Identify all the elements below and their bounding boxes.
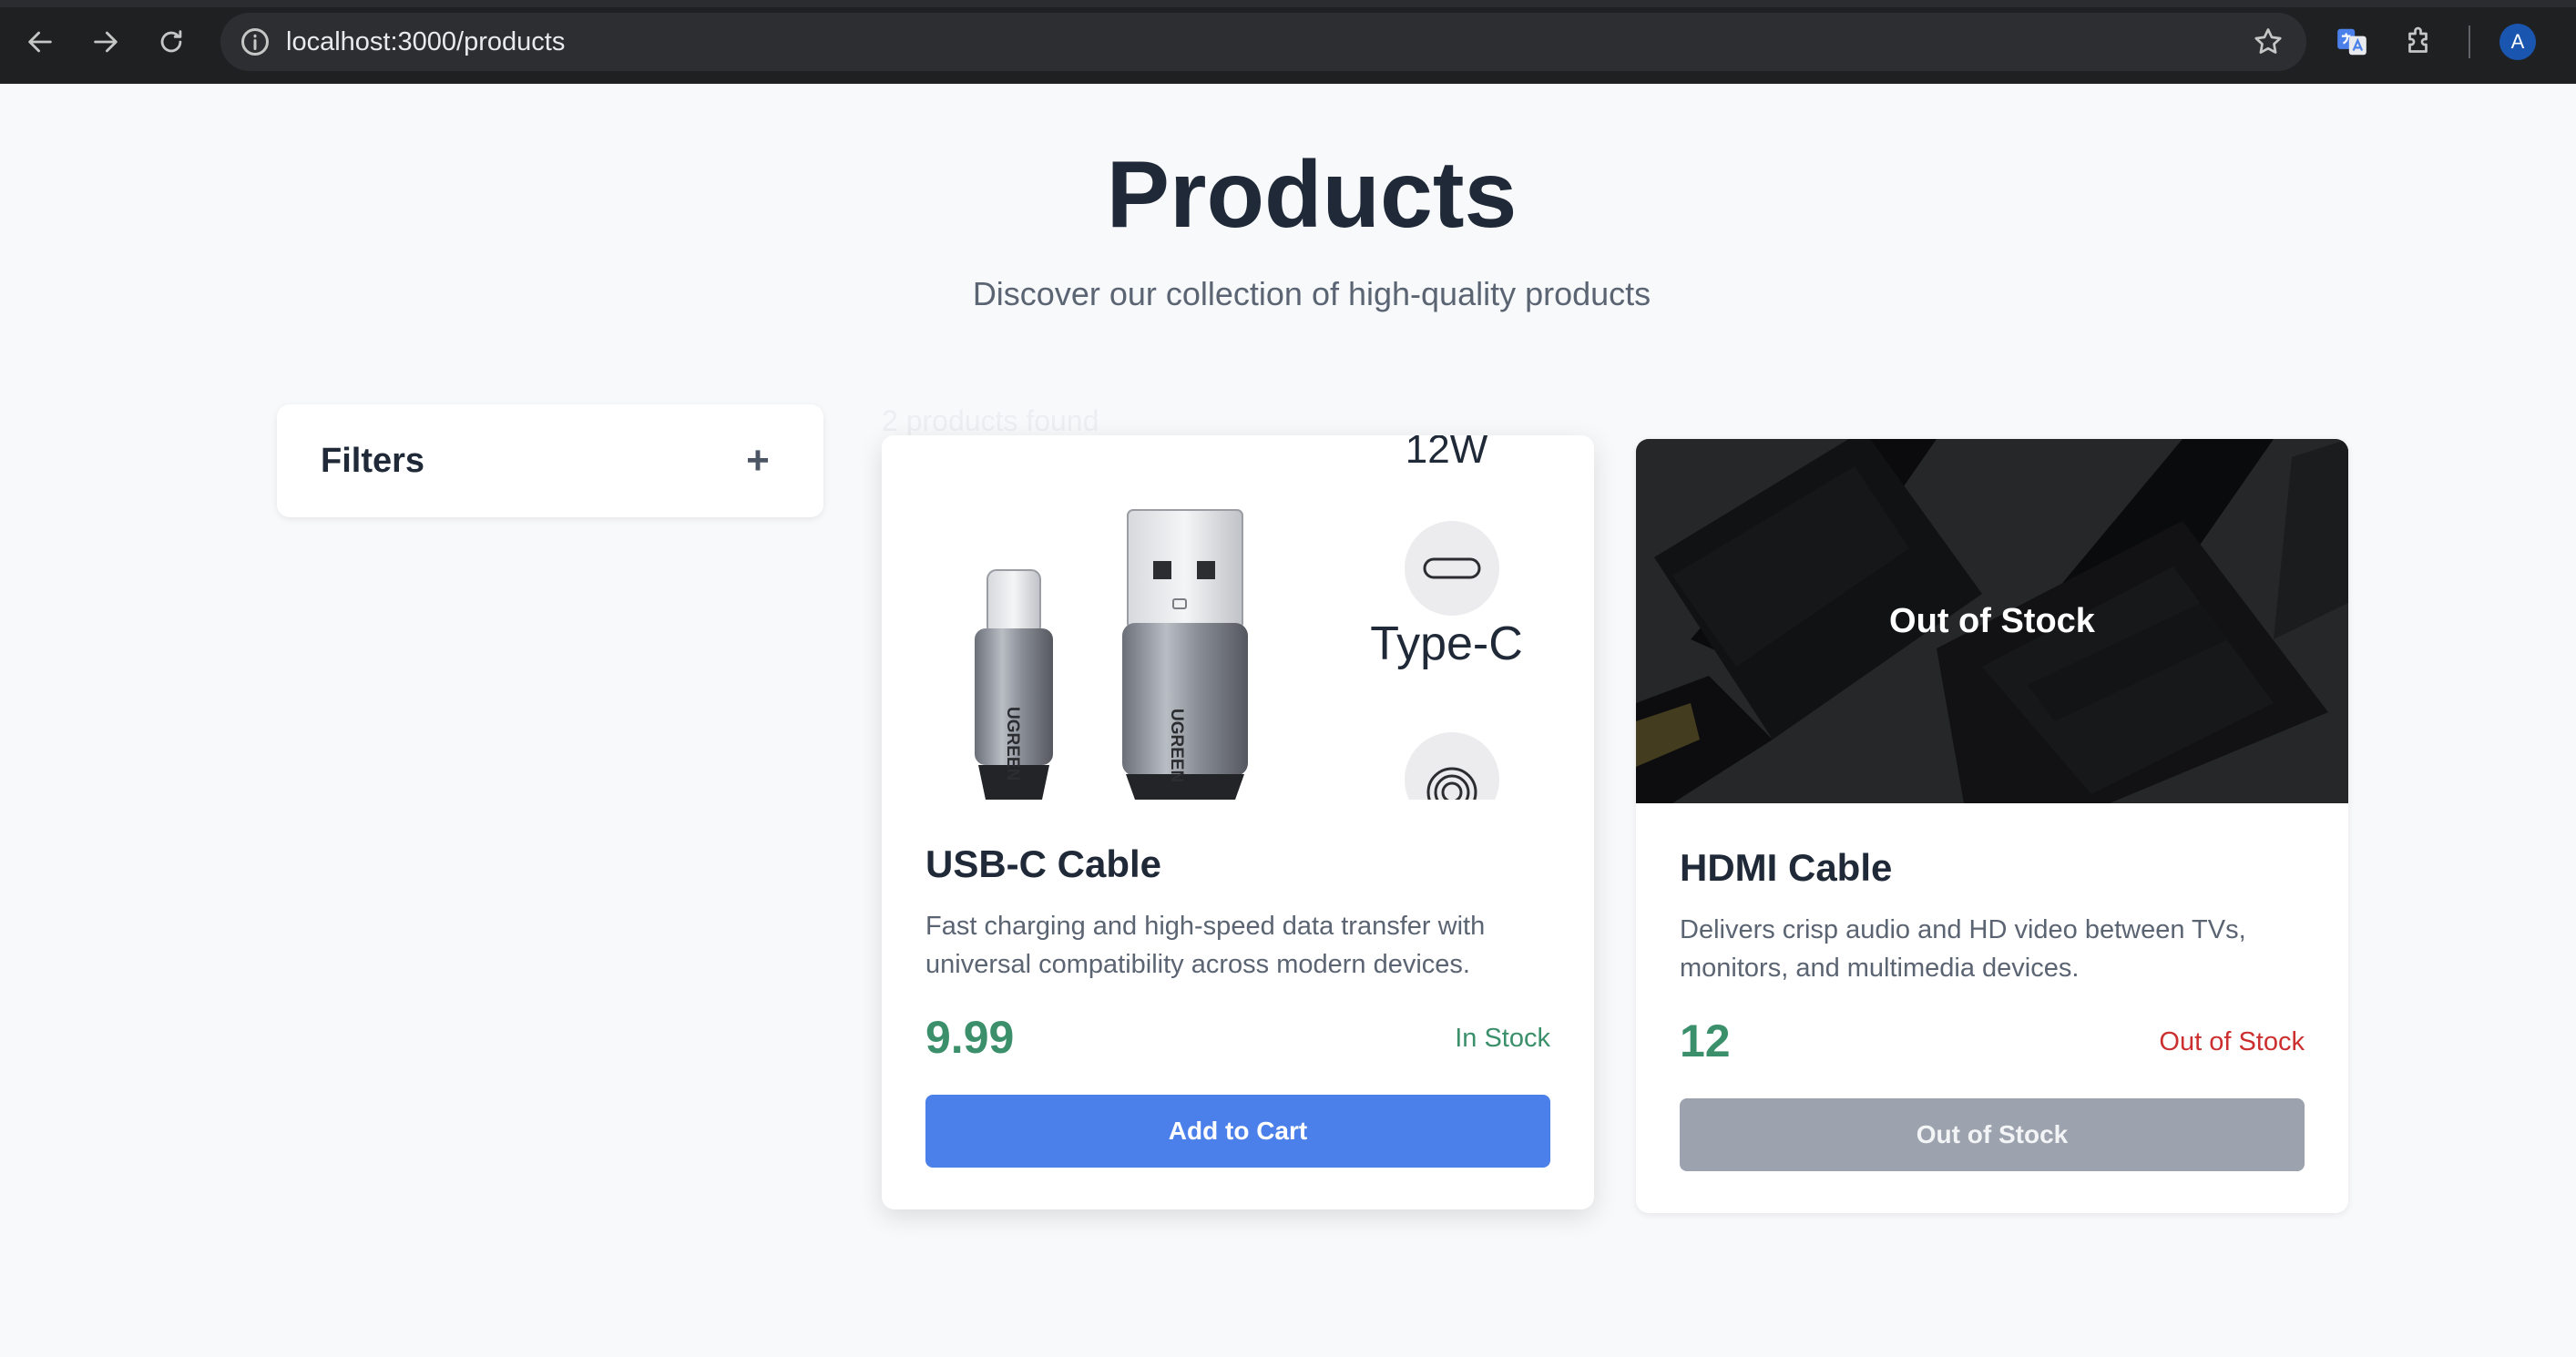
star-icon[interactable]	[2252, 26, 2285, 58]
brand-label-2: UGREEN	[1167, 709, 1186, 782]
puzzle-icon	[2408, 26, 2428, 53]
product-description: Fast charging and high-speed data transf…	[925, 912, 1486, 979]
product-price: 9.99	[925, 1012, 1015, 1063]
page-title: Products	[1106, 142, 1518, 248]
browser-toolbar: localhost:3000/products A	[0, 0, 2576, 84]
product-image: UGREEN UGREEN 12W Type-C	[882, 435, 1594, 800]
arrow-left-icon	[28, 31, 52, 53]
product-price: 12	[1680, 1015, 1731, 1066]
translate-icon	[2337, 28, 2366, 56]
forward-button[interactable]	[86, 22, 126, 62]
reload-button[interactable]	[151, 22, 191, 62]
filters-panel[interactable]: Filters +	[277, 404, 823, 517]
translate-button[interactable]	[2330, 20, 2374, 64]
connector-label: Type-C	[1370, 617, 1523, 670]
back-button[interactable]	[20, 22, 60, 62]
arrow-right-icon	[94, 31, 118, 53]
reload-icon	[160, 30, 182, 53]
stock-status: In Stock	[1455, 1024, 1550, 1053]
stock-status: Out of Stock	[2159, 1027, 2305, 1056]
address-bar[interactable]: localhost:3000/products	[220, 13, 2306, 71]
results-count: 2 products found	[882, 404, 1099, 437]
usb-c-cable-illustration: UGREEN UGREEN 12W Type-C	[882, 435, 1594, 800]
page-subtitle: Discover our collection of high-quality …	[972, 275, 1651, 312]
toolbar-divider	[2469, 26, 2470, 58]
product-image: Out of Stock	[1636, 439, 2348, 803]
out-of-stock-button: Out of Stock	[1680, 1098, 2305, 1171]
extensions-button[interactable]	[2397, 20, 2441, 64]
power-label: 12W	[1406, 435, 1488, 472]
brand-label-1: UGREEN	[1003, 707, 1022, 781]
url-text[interactable]: localhost:3000/products	[286, 13, 565, 71]
filters-label: Filters	[321, 442, 425, 480]
tab-strip	[0, 0, 2576, 7]
out-of-stock-overlay: Out of Stock	[1636, 439, 2348, 803]
profile-avatar[interactable]: A	[2499, 24, 2536, 60]
product-name[interactable]: USB-C Cable	[925, 842, 1161, 886]
product-card[interactable]: Out of Stock HDMI Cable Delivers crisp a…	[1636, 439, 2348, 1213]
expand-filters-icon[interactable]: +	[736, 439, 780, 483]
product-description: Delivers crisp audio and HD video betwee…	[1680, 915, 2246, 983]
product-name[interactable]: HDMI Cable	[1680, 846, 1892, 890]
add-to-cart-button[interactable]: Add to Cart	[925, 1095, 1550, 1168]
product-card[interactable]: UGREEN UGREEN 12W Type-C USB-C Cable Fas…	[882, 435, 1594, 1209]
info-icon[interactable]	[239, 26, 271, 58]
